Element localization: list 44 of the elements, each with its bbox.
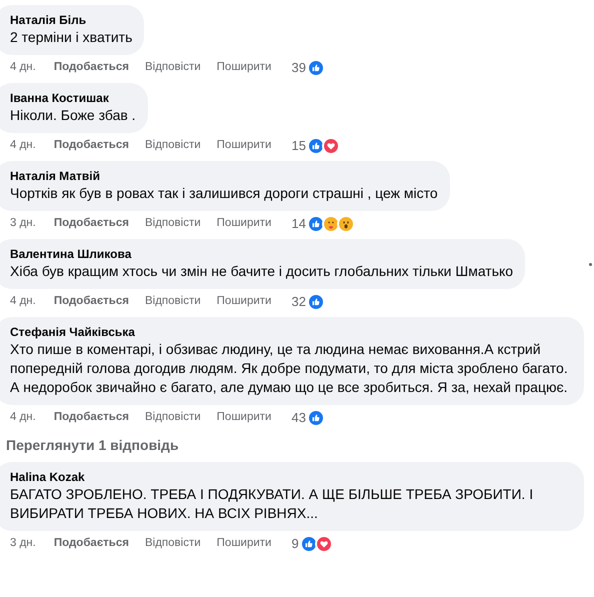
comment-text: Ніколи. Боже збав . — [10, 106, 136, 125]
comment-action-link[interactable]: Відповісти — [144, 215, 201, 233]
comment-time[interactable]: 3 дн. — [10, 535, 36, 553]
more-options-icon[interactable] — [589, 262, 592, 266]
comment-author[interactable]: Валентина Шликова — [10, 246, 514, 262]
comment-author[interactable]: Стефанія Чайківська — [10, 324, 572, 340]
comment-action-link[interactable]: Подобається — [54, 137, 129, 155]
comment-text: Хіба був кращим хтось чи змін не бачите і досить глобальних тільки Шматько — [10, 262, 514, 281]
comment-text: БАГАТО ЗРОБЛЕНО. ТРЕБА І ПОДЯКУВАТИ. А ЩЕ БІЛЬШЕ ТРЕБА ЗРОБИТИ. І ВИБИРАТИ ТРЕБА НОВИХ. НА ВСІХ РІВНЯХ... — [10, 485, 534, 523]
reaction-count[interactable]: 14 — [291, 214, 306, 234]
comment-author[interactable]: Halina Kozak — [10, 469, 572, 485]
comment-action-link[interactable]: Поширити — [216, 293, 272, 311]
comment-action-link[interactable]: Подобається — [54, 409, 129, 427]
comment-time[interactable]: 4 дн. — [10, 293, 36, 311]
comment-text: Чортків як був в ровах так і залишився дороги страшні , цеж місто — [10, 184, 438, 203]
comment-action-link[interactable]: Подобається — [54, 293, 129, 311]
comment-action-link[interactable]: Подобається — [54, 535, 129, 553]
comment-action-link[interactable]: Подобається — [54, 215, 129, 233]
comment-time[interactable]: 4 дн. — [10, 59, 36, 77]
comment-author[interactable]: Наталія Біль — [10, 12, 132, 28]
comment-action-link[interactable]: Подобається — [54, 59, 129, 77]
comment-action-link[interactable]: Відповісти — [144, 137, 201, 155]
comment-action-link[interactable]: Поширити — [216, 409, 272, 427]
comment-action-link[interactable]: Поширити — [216, 215, 272, 233]
comment-action-link[interactable]: Поширити — [216, 59, 272, 77]
comment-time[interactable]: 4 дн. — [10, 409, 36, 427]
comment-text: Хто пише в коментарі, і обзиває людину, це та людина немає виховання.А кстрий попередній голова догодив людям. Як добре подумати, то для міста зроблено багато. А недоробок звичайно є багато, але думаю що це все зробиться. Я за, нехай працює. — [10, 340, 569, 397]
reaction-count[interactable]: 15 — [291, 136, 306, 156]
comment-time[interactable]: 4 дн. — [10, 137, 36, 155]
reaction-count[interactable]: 9 — [291, 534, 299, 554]
comment-action-link[interactable]: Відповісти — [144, 293, 201, 311]
reaction-count[interactable]: 39 — [291, 58, 306, 78]
reaction-count[interactable]: 32 — [291, 292, 306, 312]
comment-time[interactable]: 3 дн. — [10, 215, 36, 233]
comment-text: 2 терміни і хватить — [10, 28, 132, 47]
comment-author[interactable]: Іванна Костишак — [10, 90, 136, 106]
reaction-count[interactable]: 43 — [291, 408, 306, 428]
comment-action-link[interactable]: Відповісти — [144, 409, 201, 427]
comment-action-link[interactable]: Відповісти — [144, 59, 201, 77]
comment-action-link[interactable]: Поширити — [216, 137, 272, 155]
comment-author[interactable]: Наталія Матвій — [10, 168, 438, 184]
comment-action-link[interactable]: Відповісти — [144, 535, 201, 553]
view-replies-link[interactable]: Переглянути 1 відповідь — [6, 435, 179, 456]
comment-action-link[interactable]: Поширити — [216, 535, 272, 553]
